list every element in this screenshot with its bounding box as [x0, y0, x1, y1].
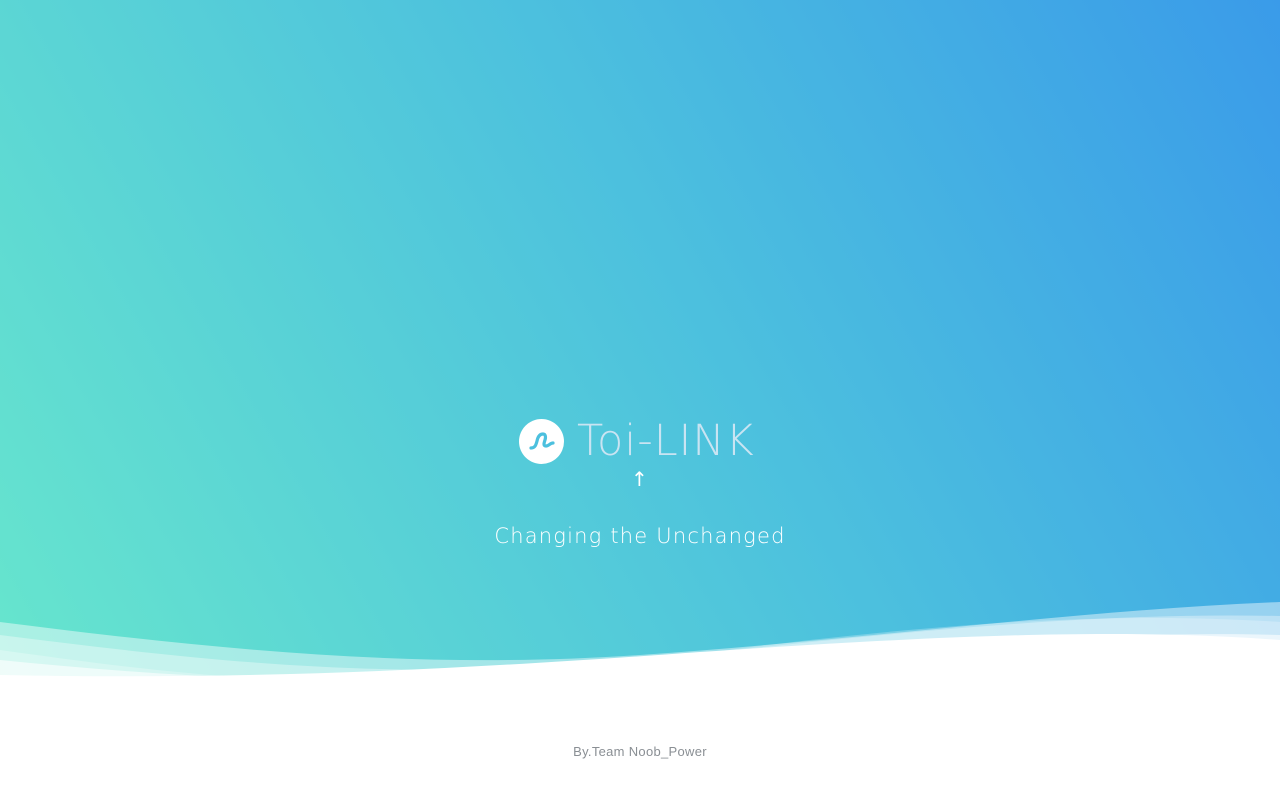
- arrow-up-icon: ↑: [631, 467, 648, 491]
- splash-page: Toi-LINK ↑ Changing the Unchanged By.Tea…: [0, 0, 1280, 800]
- tagline: Changing the Unchanged: [494, 524, 786, 548]
- brand-lockup: Toi-LINK: [519, 417, 755, 465]
- team-credit: By.Team Noob_Power: [573, 744, 707, 759]
- wave-divider: [0, 602, 1280, 720]
- wave-logo-icon: [519, 418, 564, 464]
- wave-logo-mark: [528, 432, 555, 450]
- brand-name: Toi-LINK: [577, 416, 755, 466]
